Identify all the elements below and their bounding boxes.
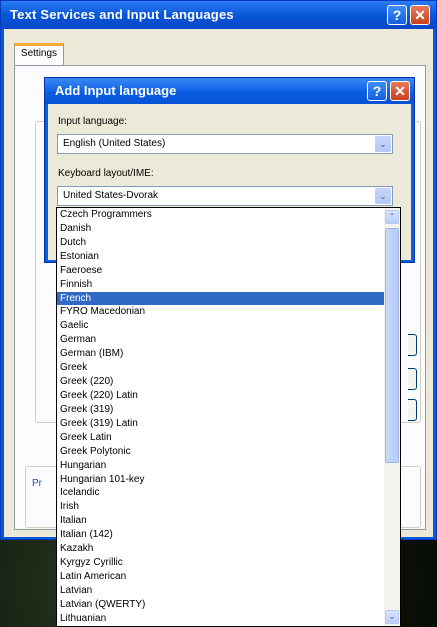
dropdown-items: Czech Programmers Danish Dutch Estonian Faer… xyxy=(57,208,384,626)
dropdown-option[interactable]: Kyrgyz Cyrillic xyxy=(57,556,384,570)
scroll-down-icon[interactable]: ⌄ xyxy=(385,610,399,624)
dropdown-option[interactable]: Finnish xyxy=(57,278,384,292)
properties-button-edge[interactable] xyxy=(408,399,417,421)
dropdown-option[interactable]: Kazakh xyxy=(57,542,384,556)
dropdown-option[interactable]: Greek (319) Latin xyxy=(57,417,384,431)
outer-window-title: Text Services and Input Languages xyxy=(10,7,234,22)
dropdown-option[interactable]: Latvian (QWERTY) xyxy=(57,598,384,612)
input-language-value: English (United States) xyxy=(63,138,166,149)
input-language-select[interactable]: English (United States) ⌄ xyxy=(57,134,393,154)
dropdown-option[interactable]: Italian (142) xyxy=(57,528,384,542)
dialog-help-icon[interactable]: ? xyxy=(367,81,387,101)
keyboard-layout-value: United States-Dvorak xyxy=(63,190,159,201)
dialog-close-icon[interactable]: ✕ xyxy=(390,81,410,101)
preferences-label: Pr xyxy=(32,478,42,489)
dropdown-option[interactable]: Lithuanian xyxy=(57,612,384,626)
dropdown-option[interactable]: Latin American xyxy=(57,570,384,584)
keyboard-layout-dropdown-list[interactable]: Czech Programmers Danish Dutch Estonian Faer… xyxy=(56,207,401,627)
dropdown-option[interactable]: Danish xyxy=(57,222,384,236)
dropdown-option[interactable]: Italian xyxy=(57,514,384,528)
keyboard-layout-label: Keyboard layout/IME: xyxy=(58,168,154,179)
dialog-title-bar[interactable]: Add Input language ? ✕ xyxy=(45,78,414,104)
dropdown-option[interactable]: Czech Programmers xyxy=(57,208,384,222)
dropdown-scrollbar[interactable]: ⌃ ⌄ xyxy=(384,208,400,626)
dropdown-option[interactable]: Greek Latin xyxy=(57,431,384,445)
scroll-up-icon[interactable]: ⌃ xyxy=(385,210,399,224)
dropdown-option[interactable]: Greek (319) xyxy=(57,403,384,417)
chevron-down-icon[interactable]: ⌄ xyxy=(375,188,391,204)
outer-title-bar[interactable]: Text Services and Input Languages ? ✕ xyxy=(1,1,436,29)
dropdown-option[interactable]: FYRO Macedonian xyxy=(57,305,384,319)
chevron-down-icon[interactable]: ⌄ xyxy=(375,136,391,152)
outer-close-icon[interactable]: ✕ xyxy=(410,5,430,25)
outer-help-icon[interactable]: ? xyxy=(387,5,407,25)
dropdown-option[interactable]: Greek (220) xyxy=(57,375,384,389)
dropdown-option[interactable]: Greek (220) Latin xyxy=(57,389,384,403)
dropdown-option[interactable]: German xyxy=(57,333,384,347)
dropdown-option[interactable]: Hungarian xyxy=(57,459,384,473)
dropdown-option[interactable]: Greek Polytonic xyxy=(57,445,384,459)
dropdown-option[interactable]: Dutch xyxy=(57,236,384,250)
add-button-edge[interactable] xyxy=(408,334,417,356)
scroll-thumb[interactable] xyxy=(385,228,399,463)
dropdown-option[interactable]: Hungarian 101-key xyxy=(57,473,384,487)
tab-settings[interactable]: Settings xyxy=(14,43,64,65)
dropdown-option[interactable]: Estonian xyxy=(57,250,384,264)
input-language-label: Input language: xyxy=(58,116,127,127)
dropdown-option[interactable]: French xyxy=(57,291,384,306)
remove-button-edge[interactable] xyxy=(408,368,417,390)
dropdown-option[interactable]: Gaelic xyxy=(57,319,384,333)
dropdown-option[interactable]: Latvian xyxy=(57,584,384,598)
dropdown-option[interactable]: German (IBM) xyxy=(57,347,384,361)
dropdown-option[interactable]: Faeroese xyxy=(57,264,384,278)
dropdown-option[interactable]: Icelandic xyxy=(57,486,384,500)
dropdown-option[interactable]: Greek xyxy=(57,361,384,375)
dropdown-option[interactable]: Irish xyxy=(57,500,384,514)
dialog-title: Add Input language xyxy=(55,83,177,98)
keyboard-layout-select[interactable]: United States-Dvorak ⌄ xyxy=(57,186,393,206)
